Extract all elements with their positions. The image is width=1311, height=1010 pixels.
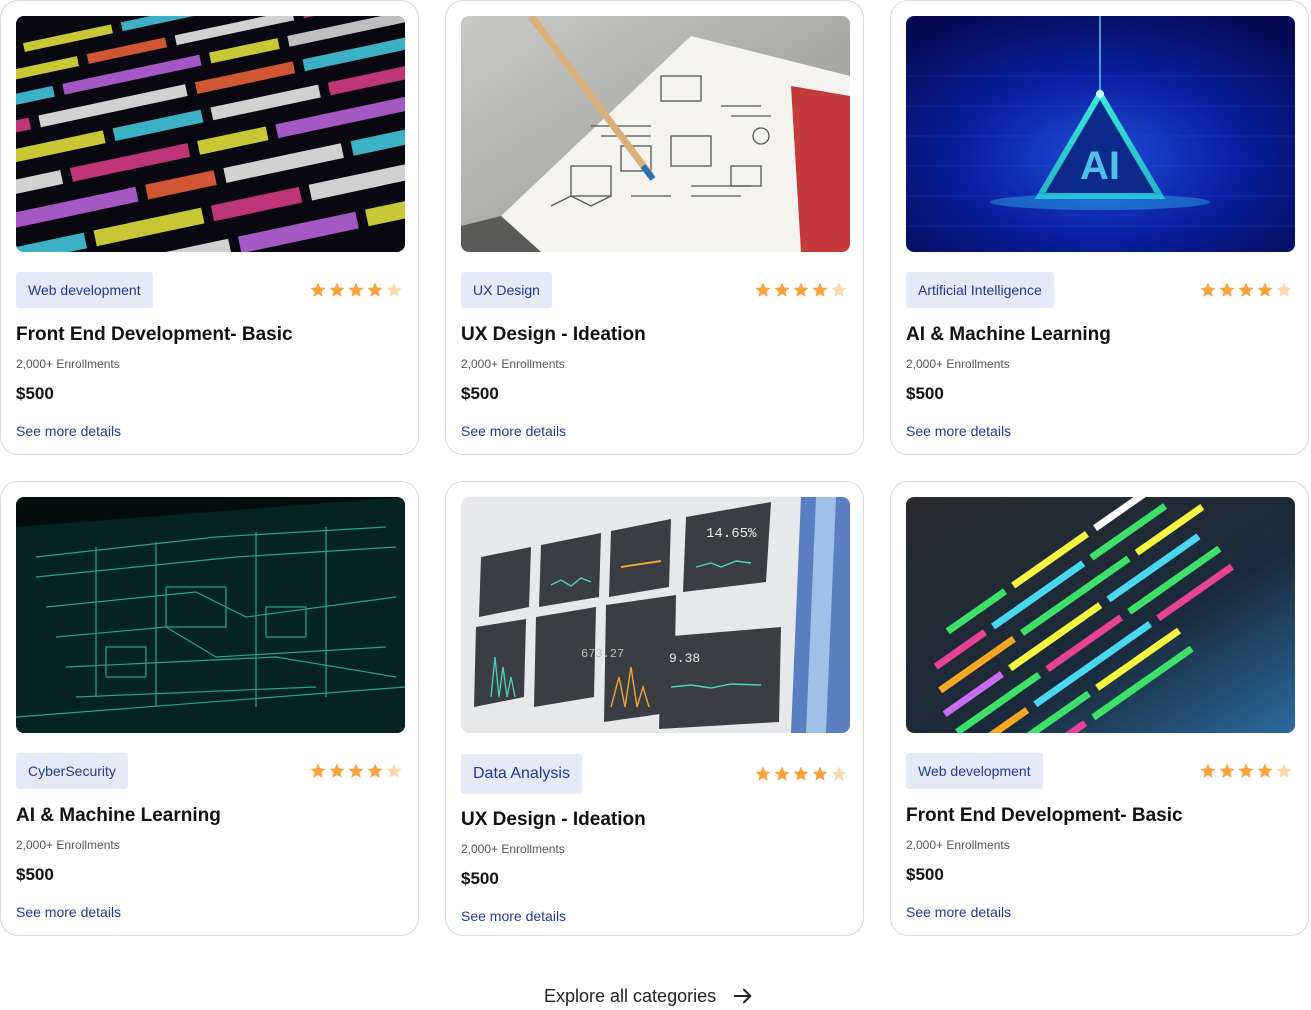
star-filled-icon <box>348 282 364 297</box>
course-card[interactable]: CyberSecurity AI & Machine Learning 2,00… <box>0 481 419 936</box>
enrollment-count: 2,000+ Enrollments <box>906 838 1010 852</box>
explore-all-categories-link[interactable]: Explore all categories <box>544 985 754 1007</box>
star-filled-icon <box>793 282 809 297</box>
star-filled-icon <box>774 282 790 297</box>
star-filled-icon <box>793 766 809 781</box>
course-price: $500 <box>906 384 944 403</box>
see-more-details-link[interactable]: See more details <box>461 908 566 924</box>
star-filled-icon <box>1238 763 1254 778</box>
star-filled-icon <box>1200 282 1216 297</box>
category-tag: Web development <box>906 753 1043 789</box>
course-price: $500 <box>16 865 54 884</box>
star-filled-icon <box>310 282 326 297</box>
star-empty-icon <box>386 763 402 778</box>
star-filled-icon <box>812 282 828 297</box>
star-filled-icon <box>1257 282 1273 297</box>
star-empty-icon <box>386 282 402 297</box>
course-card[interactable]: Web development Front End Development- B… <box>0 0 419 455</box>
course-card[interactable]: 14.65% 9.38 673.27 Data Analysis UX Desi… <box>445 481 864 936</box>
svg-text:14.65%: 14.65% <box>706 526 757 542</box>
course-price: $500 <box>461 869 499 888</box>
star-filled-icon <box>1219 282 1235 297</box>
star-filled-icon <box>329 282 345 297</box>
star-filled-icon <box>367 282 383 297</box>
course-title: UX Design - Ideation <box>461 324 646 345</box>
rating-stars <box>754 281 848 299</box>
enrollment-count: 2,000+ Enrollments <box>906 357 1010 371</box>
star-filled-icon <box>1200 763 1216 778</box>
star-empty-icon <box>1276 282 1292 297</box>
star-empty-icon <box>1276 763 1292 778</box>
star-filled-icon <box>348 763 364 778</box>
see-more-details-link[interactable]: See more details <box>16 423 121 439</box>
explore-label: Explore all categories <box>544 985 717 1006</box>
see-more-details-link[interactable]: See more details <box>906 904 1011 920</box>
svg-text:9.38: 9.38 <box>669 651 700 666</box>
rating-stars <box>1199 281 1293 299</box>
course-title: Front End Development- Basic <box>16 324 293 345</box>
star-filled-icon <box>367 763 383 778</box>
course-price: $500 <box>461 384 499 403</box>
star-filled-icon <box>329 763 345 778</box>
course-title: UX Design - Ideation <box>461 809 646 830</box>
ai-image-text: AI <box>1080 144 1120 188</box>
course-image-ai-triangle: AI <box>906 16 1295 252</box>
star-filled-icon <box>1257 763 1273 778</box>
category-tag: Web development <box>16 272 153 308</box>
star-empty-icon <box>831 766 847 781</box>
enrollment-count: 2,000+ Enrollments <box>16 838 120 852</box>
category-tag: UX Design <box>461 272 552 308</box>
rating-stars <box>1199 762 1293 780</box>
rating-stars <box>309 762 403 780</box>
star-filled-icon <box>812 766 828 781</box>
star-filled-icon <box>310 763 326 778</box>
enrollment-count: 2,000+ Enrollments <box>461 842 565 856</box>
course-image-sketchbook <box>461 16 850 252</box>
course-image-dashboard: 14.65% 9.38 673.27 <box>461 497 850 733</box>
see-more-details-link[interactable]: See more details <box>906 423 1011 439</box>
category-tag: CyberSecurity <box>16 753 128 789</box>
course-image-code-screen <box>16 16 405 252</box>
course-image-circuit-board <box>16 497 405 733</box>
star-filled-icon <box>1219 763 1235 778</box>
star-empty-icon <box>831 282 847 297</box>
enrollment-count: 2,000+ Enrollments <box>16 357 120 371</box>
category-tag: Artificial Intelligence <box>906 272 1054 308</box>
course-card[interactable]: Web development Front End Development- B… <box>890 481 1309 936</box>
rating-stars <box>754 765 848 783</box>
see-more-details-link[interactable]: See more details <box>461 423 566 439</box>
course-image-code-neon <box>906 497 1295 733</box>
course-title: AI & Machine Learning <box>16 805 221 826</box>
star-filled-icon <box>1238 282 1254 297</box>
enrollment-count: 2,000+ Enrollments <box>461 357 565 371</box>
course-card[interactable]: AI Artificial Intelligence AI & Machine … <box>890 0 1309 455</box>
star-filled-icon <box>774 766 790 781</box>
star-filled-icon <box>755 766 771 781</box>
arrow-right-icon <box>733 988 752 1004</box>
course-price: $500 <box>906 865 944 884</box>
course-card[interactable]: UX Design UX Design - Ideation 2,000+ En… <box>445 0 864 455</box>
course-title: Front End Development- Basic <box>906 805 1183 826</box>
rating-stars <box>309 281 403 299</box>
course-title: AI & Machine Learning <box>906 324 1111 345</box>
category-tag: Data Analysis <box>461 754 582 794</box>
course-price: $500 <box>16 384 54 403</box>
see-more-details-link[interactable]: See more details <box>16 904 121 920</box>
svg-text:673.27: 673.27 <box>581 647 624 661</box>
star-filled-icon <box>755 282 771 297</box>
